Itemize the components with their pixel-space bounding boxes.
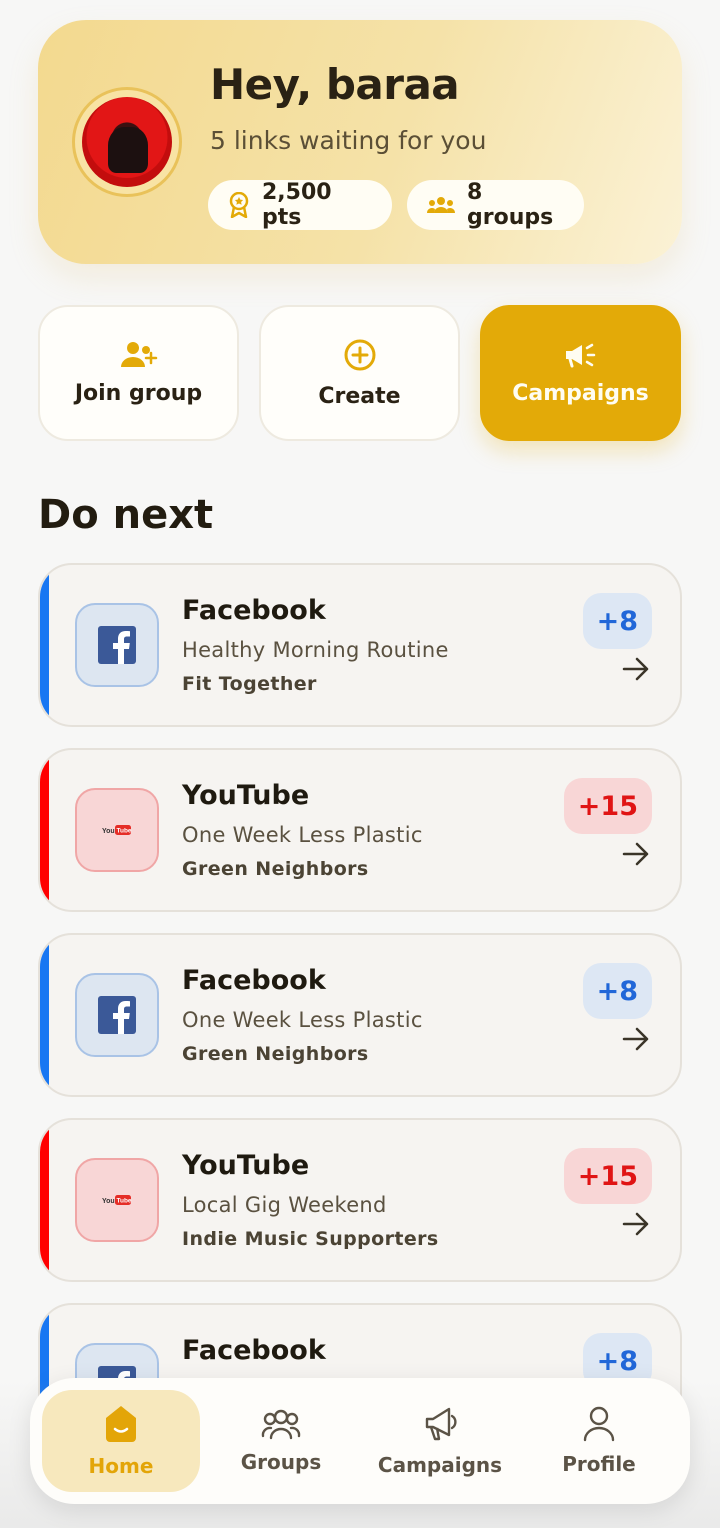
- join-group-label: Join group: [74, 380, 203, 406]
- svg-text:Tube: Tube: [117, 1198, 132, 1205]
- groups-chip[interactable]: 8 groups: [407, 180, 584, 230]
- task-card[interactable]: You Tube YouTube Local Gig Weekend Indie…: [38, 1118, 682, 1282]
- nav-groups-label: Groups: [240, 1450, 322, 1474]
- youtube-icon: You Tube: [102, 1195, 132, 1205]
- task-group: Indie Music Supporters: [182, 1228, 439, 1250]
- points-badge: +8: [582, 963, 652, 1019]
- youtube-logo-box: You Tube: [75, 788, 159, 872]
- points-badge: +15: [563, 778, 652, 834]
- user-plus-icon: [120, 341, 157, 367]
- youtube-icon: You Tube: [102, 825, 132, 835]
- task-campaign: Healthy Morning Routine: [182, 638, 449, 662]
- create-label: Create: [318, 383, 401, 409]
- greeting-subtitle: 5 links waiting for you: [210, 126, 487, 155]
- facebook-icon: [98, 996, 136, 1034]
- task-platform: Facebook: [182, 595, 326, 626]
- task-campaign: Local Gig Weekend: [182, 1193, 387, 1217]
- greeting-title: Hey, baraa: [210, 60, 460, 109]
- platform-stripe: [40, 935, 49, 1095]
- welcome-card: Hey, baraa 5 links waiting for you 2,500…: [38, 20, 682, 264]
- megaphone-icon: [425, 1407, 457, 1441]
- avatar[interactable]: [72, 87, 182, 197]
- award-icon: [229, 192, 249, 218]
- task-platform: Facebook: [182, 1335, 326, 1366]
- nav-groups[interactable]: Groups: [202, 1390, 360, 1492]
- home-icon: [106, 1406, 136, 1442]
- platform-stripe: [40, 1120, 49, 1280]
- arrow-right-icon[interactable]: [622, 842, 650, 866]
- profile-icon: [583, 1406, 615, 1442]
- task-group: Green Neighbors: [182, 858, 369, 880]
- task-group: Fit Together: [182, 673, 317, 695]
- arrow-right-icon[interactable]: [622, 1212, 650, 1236]
- avatar-photo: [82, 97, 172, 187]
- points-badge: +8: [582, 593, 652, 649]
- facebook-icon: [98, 626, 136, 664]
- task-platform: YouTube: [182, 780, 310, 811]
- points-value: 2,500 pts: [262, 180, 332, 230]
- nav-home[interactable]: Home: [42, 1390, 200, 1492]
- task-campaign: One Week Less Plastic: [182, 823, 423, 847]
- task-card[interactable]: Facebook One Week Less Plastic Green Nei…: [38, 933, 682, 1097]
- task-platform: YouTube: [182, 1150, 310, 1181]
- groups-icon: [261, 1409, 301, 1440]
- section-title: Do next: [38, 492, 214, 538]
- nav-profile[interactable]: Profile: [520, 1390, 678, 1492]
- task-card[interactable]: You Tube YouTube One Week Less Plastic G…: [38, 748, 682, 912]
- platform-stripe: [40, 565, 49, 725]
- facebook-logo-box: [75, 603, 159, 687]
- create-button[interactable]: Create: [259, 305, 460, 441]
- svg-text:You: You: [102, 1198, 115, 1205]
- megaphone-icon: [565, 343, 595, 367]
- platform-stripe: [40, 750, 49, 910]
- users-icon: [427, 197, 455, 213]
- task-group: Green Neighbors: [182, 1043, 369, 1065]
- campaigns-label: Campaigns: [512, 380, 649, 406]
- youtube-logo-box: You Tube: [75, 1158, 159, 1242]
- campaigns-button[interactable]: Campaigns: [480, 305, 681, 441]
- points-chip[interactable]: 2,500 pts: [208, 180, 392, 230]
- points-badge: +15: [563, 1148, 652, 1204]
- plus-circle-icon: [344, 339, 375, 370]
- arrow-right-icon[interactable]: [622, 657, 650, 681]
- facebook-logo-box: [75, 973, 159, 1057]
- nav-campaigns[interactable]: Campaigns: [361, 1390, 519, 1492]
- nav-campaigns-label: Campaigns: [377, 1453, 503, 1477]
- arrow-right-icon[interactable]: [622, 1027, 650, 1051]
- task-card[interactable]: Facebook Healthy Morning Routine Fit Tog…: [38, 563, 682, 727]
- bottom-nav: Home Groups Campaigns Profile: [30, 1378, 690, 1504]
- task-platform: Facebook: [182, 965, 326, 996]
- svg-text:Tube: Tube: [117, 828, 132, 835]
- nav-home-label: Home: [88, 1454, 154, 1478]
- join-group-button[interactable]: Join group: [38, 305, 239, 441]
- groups-value: 8 groups: [467, 180, 554, 230]
- task-campaign: One Week Less Plastic: [182, 1008, 423, 1032]
- nav-profile-label: Profile: [562, 1452, 636, 1476]
- svg-text:You: You: [102, 828, 115, 835]
